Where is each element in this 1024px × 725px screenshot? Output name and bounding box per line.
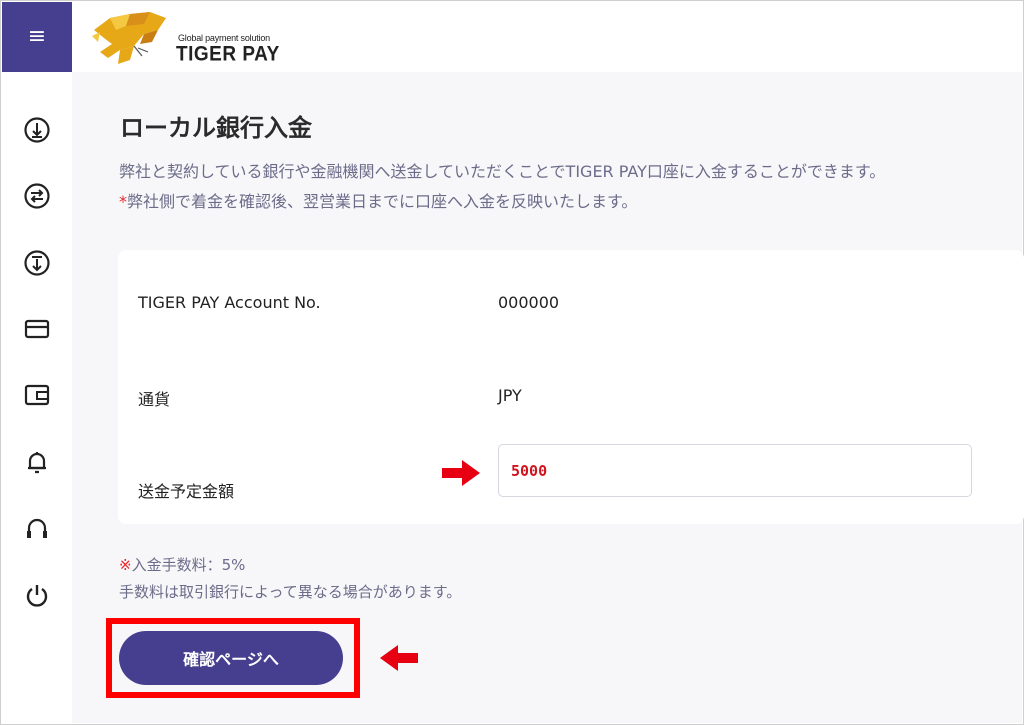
account-label: TIGER PAY Account No. (138, 293, 321, 312)
tiger-logo-icon (92, 12, 166, 64)
logo-name: TIGER PAY (176, 42, 280, 66)
fee-disclaimer: 手数料は取引銀行によって異なる場合があります。 (119, 583, 462, 601)
logo-tagline: Global payment solution (178, 33, 270, 43)
arrow-left-icon (380, 645, 418, 671)
page-description: 弊社と契約している銀行や金融機関へ送金していただくことでTIGER PAY口座に… (119, 162, 886, 181)
page-notice: *弊社側で着金を確認後、翌営業日までに口座へ入金を反映いたします。 (119, 188, 637, 212)
bell-icon[interactable] (22, 447, 52, 477)
sidebar (2, 72, 72, 723)
arrow-right-icon (442, 460, 480, 486)
power-icon[interactable] (22, 580, 52, 610)
headset-icon[interactable] (22, 513, 52, 543)
exchange-icon[interactable] (22, 181, 52, 211)
deposit-icon[interactable] (22, 115, 52, 145)
amount-label: 送金予定金額 (138, 482, 235, 501)
amount-input[interactable] (498, 444, 972, 497)
notice-text: 弊社側で着金を確認後、翌営業日までに口座へ入金を反映いたします。 (127, 192, 638, 211)
page-title: ローカル銀行入金 (120, 114, 312, 142)
notice-star: * (119, 192, 127, 211)
menu-button[interactable]: ≡ (2, 2, 72, 72)
card-icon[interactable] (22, 314, 52, 344)
currency-value: JPY (498, 386, 522, 405)
confirm-button[interactable]: 確認ページへ (119, 631, 343, 685)
logo: Global payment solution TIGER PAY (90, 8, 310, 68)
account-value: 000000 (498, 293, 560, 312)
fee-note: ※入金手数料：5% (119, 554, 245, 575)
wallet-icon[interactable] (22, 380, 52, 410)
fee-text: 入金手数料：5% (131, 556, 246, 574)
hamburger-menu-icon: ≡ (27, 24, 47, 49)
currency-label: 通貨 (138, 390, 171, 409)
fee-mark: ※ (119, 556, 132, 574)
withdraw-icon[interactable] (22, 248, 52, 278)
